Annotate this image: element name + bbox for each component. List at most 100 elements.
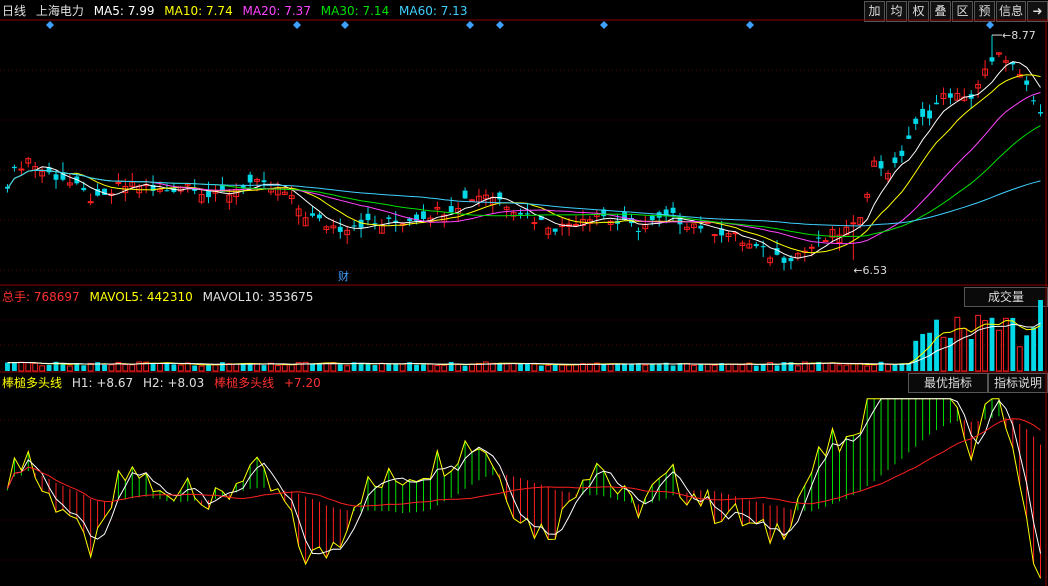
candle-body <box>386 217 392 219</box>
candle-body <box>934 102 939 105</box>
candle-body <box>351 225 357 227</box>
volume-bar <box>129 364 136 372</box>
volume-bar <box>212 364 219 372</box>
volume-bar <box>1024 335 1030 371</box>
volume-bar <box>66 365 73 372</box>
volume-bar <box>961 327 968 372</box>
mavol5-line <box>7 319 1041 366</box>
candle-body <box>878 161 884 169</box>
candle-body <box>11 166 17 169</box>
volume-bar <box>5 362 10 371</box>
volume-bar <box>344 365 351 372</box>
candle-body <box>518 212 523 215</box>
volume-bar <box>566 364 572 372</box>
volume-bar <box>414 364 419 371</box>
candle-body <box>760 246 766 248</box>
volume-bar <box>497 363 503 371</box>
volume-bar <box>482 361 489 372</box>
volume-bar <box>850 362 857 372</box>
candle-body <box>552 228 558 232</box>
volume-bar <box>11 362 17 371</box>
volume-bar <box>455 364 462 372</box>
candle-body <box>573 224 579 227</box>
candle-body <box>462 190 468 199</box>
volume-bar <box>538 365 544 371</box>
volume-bar <box>171 364 177 371</box>
candle-body <box>310 213 315 216</box>
volume-bar <box>503 363 510 372</box>
event-diamond-icon <box>496 21 504 29</box>
volume-bar <box>829 362 836 372</box>
ma5-line <box>7 61 1041 259</box>
candle-body <box>1024 80 1030 85</box>
volume-bar <box>753 365 759 371</box>
volume-bar <box>25 362 32 372</box>
volume-bar <box>920 333 926 371</box>
volume-bar <box>684 362 690 372</box>
candle-body <box>448 206 454 213</box>
volume-bar <box>365 363 371 371</box>
volume-bar <box>975 314 982 372</box>
ma10-line <box>7 74 1041 254</box>
volume-bar <box>822 362 829 372</box>
volume-bar <box>1010 317 1016 371</box>
volume-bar <box>629 364 634 371</box>
candle-body <box>53 174 59 180</box>
volume-bar <box>794 365 801 372</box>
event-diamond-icon <box>46 21 54 29</box>
volume-bar <box>698 363 704 371</box>
volume-bar <box>281 364 288 372</box>
volume-bar <box>219 362 225 371</box>
volume-bar <box>102 364 107 371</box>
volume-bar <box>996 329 1002 372</box>
volume-bar <box>725 363 732 372</box>
volume-bar <box>871 364 878 372</box>
volume-bar <box>247 363 253 371</box>
volume-bar <box>892 364 898 371</box>
volume-bar <box>989 317 995 371</box>
volume-bar <box>760 364 766 371</box>
candle-body <box>781 257 787 263</box>
candle-body <box>164 190 170 192</box>
volume-bar <box>177 364 184 372</box>
volume-bar <box>150 363 156 371</box>
candle-body <box>365 213 371 221</box>
candle-body <box>317 214 322 219</box>
volume-bar <box>274 365 281 372</box>
volume-bar <box>774 365 780 371</box>
candle-body <box>927 110 933 119</box>
volume-bar <box>601 364 607 371</box>
volume-bar <box>573 364 579 372</box>
candle-body <box>670 207 676 213</box>
volume-bar <box>690 364 697 372</box>
volume-bar <box>836 364 843 372</box>
volume-bar <box>559 364 566 372</box>
volume-bar <box>122 364 129 372</box>
volume-bar <box>386 364 392 371</box>
candle-body <box>469 199 475 202</box>
candle-body <box>899 150 905 156</box>
candle-body <box>913 118 919 124</box>
volume-bar <box>586 363 593 372</box>
volume-bar <box>288 363 295 372</box>
volume-bar <box>649 363 655 371</box>
event-diamond-icon <box>341 21 349 29</box>
volume-bar <box>310 364 315 371</box>
volume-bar <box>670 365 676 371</box>
candle-body <box>635 230 641 232</box>
volume-bar <box>864 365 871 372</box>
volume-bar <box>934 319 939 371</box>
candle-body <box>81 187 87 191</box>
candle-body <box>892 157 898 164</box>
volume-bar <box>393 363 399 371</box>
candle-body <box>989 57 995 62</box>
candle-body <box>822 240 829 243</box>
volume-bar <box>739 364 746 372</box>
volume-bar <box>947 337 953 371</box>
volume-bar <box>372 365 378 371</box>
candle-body <box>337 226 343 232</box>
volume-bar <box>1031 327 1037 371</box>
volume-bar <box>378 362 385 372</box>
volume-bar <box>913 340 919 371</box>
volume-bar <box>656 363 662 371</box>
